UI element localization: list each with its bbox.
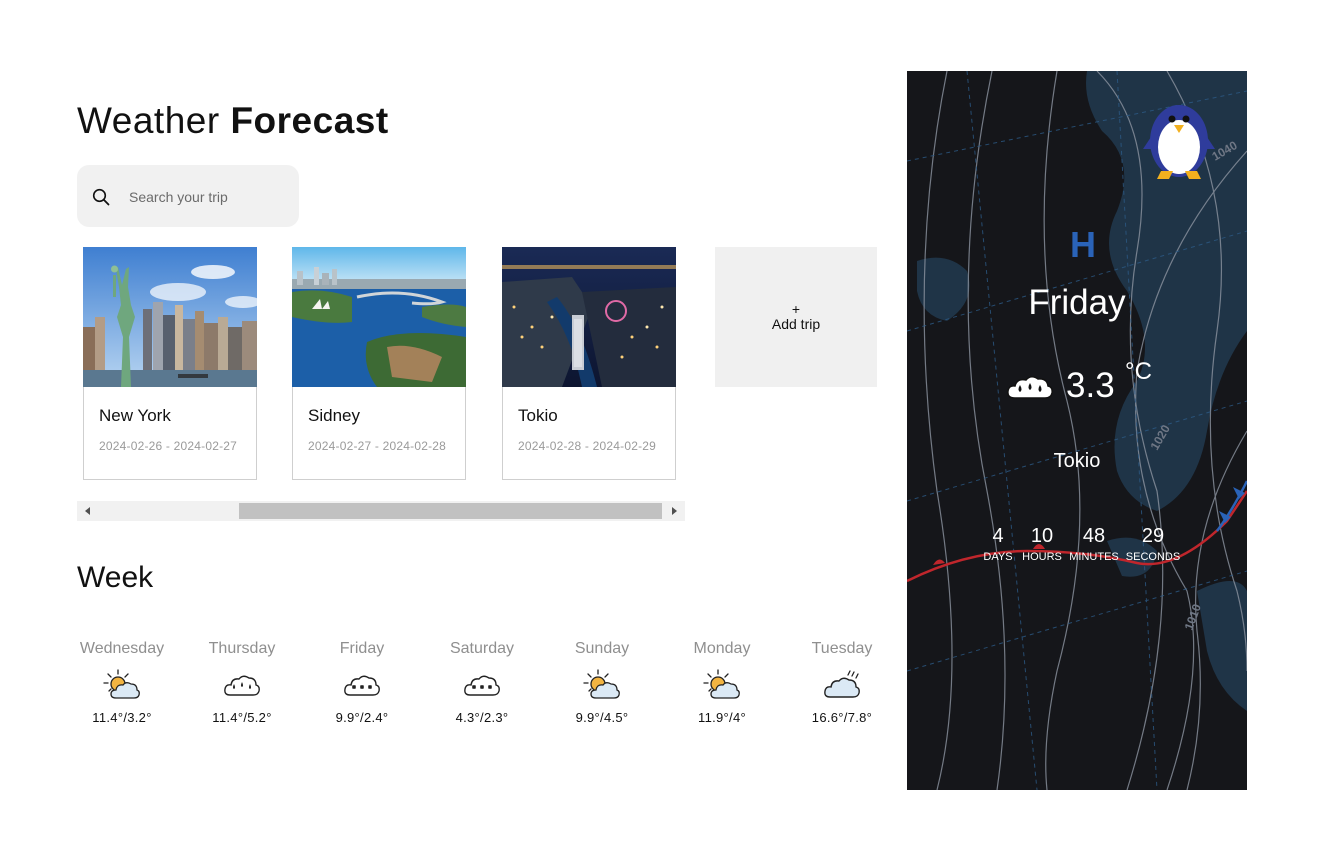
week-forecast: Wednesday 11.4°/3.2° Thursday 11.4°/5.2°…	[62, 640, 902, 750]
trip-card-tokio[interactable]: Tokio 2024-02-28 - 2024-02-29	[502, 247, 676, 480]
day-temps: 11.9°/4°	[698, 710, 746, 725]
snow-cloud-icon	[344, 675, 380, 696]
day-temps: 11.4°/3.2°	[92, 710, 152, 725]
pressure-high-label: H	[1070, 224, 1096, 265]
scroll-left-arrow-icon[interactable]	[85, 507, 90, 515]
trip-list: New York 2024-02-26 - 2024-02-27 Sidney …	[83, 247, 883, 481]
trip-dates: 2024-02-27 - 2024-02-28	[308, 439, 447, 453]
day-name: Sunday	[574, 640, 630, 657]
add-trip-label: Add trip	[771, 316, 821, 332]
title-light: Weather	[77, 100, 220, 141]
countdown-label: SECONDS	[1125, 551, 1181, 563]
temperature-value: 3.3	[1066, 366, 1115, 405]
partly-cloudy-icon	[103, 669, 140, 699]
trip-name: Sidney	[308, 406, 360, 425]
title-bold: Forecast	[230, 100, 389, 141]
penguin-logo-icon	[1143, 105, 1215, 179]
day-forecast: Monday 11.9°/4°	[662, 640, 782, 725]
drizzle-cloud-icon	[824, 670, 860, 698]
day-name: Friday	[339, 640, 385, 657]
day-forecast: Wednesday 11.4°/3.2°	[62, 640, 182, 725]
week-title: Week	[77, 561, 154, 594]
day-name: Saturday	[449, 640, 515, 657]
day-temps: 9.9°/2.4°	[335, 710, 389, 725]
day-temps: 11.4°/5.2°	[212, 710, 272, 725]
countdown-seconds: 29 SECONDS	[1118, 525, 1188, 563]
trip-photo-tokio	[502, 247, 676, 387]
countdown-value: 29	[1141, 525, 1165, 547]
trip-photo-new-york	[83, 247, 257, 387]
current-city: Tokio	[1053, 450, 1101, 472]
day-forecast: Friday 9.9°/2.4°	[302, 640, 422, 725]
trip-photo-sidney	[292, 247, 466, 387]
current-temperature: 3.3 °C	[1005, 358, 1165, 410]
add-trip-button[interactable]: + Add trip	[715, 247, 877, 387]
day-temps: 4.3°/2.3°	[455, 710, 509, 725]
current-day: Friday	[1028, 283, 1126, 322]
trip-name: New York	[99, 406, 171, 425]
day-forecast: Saturday 4.3°/2.3°	[422, 640, 542, 725]
horizontal-scrollbar[interactable]	[77, 501, 685, 521]
snow-cloud-icon	[464, 675, 500, 696]
day-temps: 9.9°/4.5°	[575, 710, 629, 725]
trip-dates: 2024-02-26 - 2024-02-27	[99, 439, 238, 453]
trip-card-new-york[interactable]: New York 2024-02-26 - 2024-02-27	[83, 247, 257, 480]
trip-dates: 2024-02-28 - 2024-02-29	[518, 439, 657, 453]
trip-name: Tokio	[518, 406, 558, 425]
plus-icon: +	[791, 301, 801, 317]
day-temps: 16.6°/7.8°	[811, 710, 873, 725]
temperature-unit: °C	[1125, 358, 1152, 385]
trip-card-sidney[interactable]: Sidney 2024-02-27 - 2024-02-28	[292, 247, 466, 480]
rain-cloud-icon	[224, 675, 260, 696]
partly-cloudy-icon	[583, 669, 620, 699]
scrollbar-thumb[interactable]	[239, 503, 662, 519]
rain-cloud-icon	[1007, 376, 1053, 399]
day-name: Monday	[693, 640, 751, 657]
day-forecast: Sunday 9.9°/4.5°	[542, 640, 662, 725]
day-forecast: Tuesday 16.6°/7.8°	[782, 640, 902, 725]
partly-cloudy-icon	[703, 669, 740, 699]
scroll-right-arrow-icon[interactable]	[672, 507, 677, 515]
day-forecast: Thursday 11.4°/5.2°	[182, 640, 302, 725]
current-weather-panel: 1040 1020 1010 H Friday 3.3 °C Tokio 4 D…	[907, 71, 1247, 790]
search-box[interactable]	[77, 165, 299, 227]
page-title: Weather Forecast	[77, 100, 389, 142]
search-input[interactable]	[127, 185, 291, 209]
day-name: Thursday	[208, 640, 276, 657]
day-name: Tuesday	[811, 640, 873, 657]
day-name: Wednesday	[79, 640, 165, 657]
search-icon	[92, 188, 110, 206]
